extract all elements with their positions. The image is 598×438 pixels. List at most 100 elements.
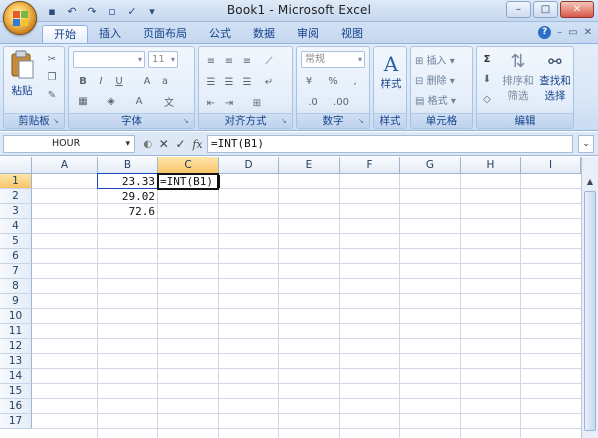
italic-icon[interactable]: I xyxy=(93,73,109,89)
delete-cells-button[interactable]: ⊟ 删除 ▾ xyxy=(415,73,471,90)
row-header-4[interactable]: 4 xyxy=(0,219,32,234)
vertical-scrollbar[interactable]: ▲ xyxy=(581,157,598,438)
find-select-button[interactable]: ⚯ 查找和 选择 xyxy=(537,51,573,103)
row-header-3[interactable]: 3 xyxy=(0,204,32,219)
active-cell-c1[interactable]: =INT(B1) xyxy=(157,173,219,190)
insert-function-icon[interactable]: fx xyxy=(192,138,202,151)
clipboard-launcher-icon[interactable]: ↘ xyxy=(53,117,62,126)
cell-b2[interactable]: 29.02 xyxy=(98,189,157,204)
minimize-button[interactable]: – xyxy=(506,1,531,18)
tab-review[interactable]: 审阅 xyxy=(286,25,330,44)
scroll-up-icon[interactable]: ▲ xyxy=(582,174,598,189)
underline-icon[interactable]: U xyxy=(111,73,127,89)
row-header-12[interactable]: 12 xyxy=(0,339,32,354)
shrink-font-icon[interactable]: a xyxy=(157,73,173,89)
ribbon-restore-icon[interactable]: ▭ xyxy=(568,27,577,38)
column-header-h[interactable]: H xyxy=(461,157,521,174)
scrollbar-thumb[interactable] xyxy=(584,191,596,431)
alignment-launcher-icon[interactable]: ↘ xyxy=(281,117,290,126)
formula-bar-expand-icon[interactable]: ⌄ xyxy=(578,135,594,153)
column-header-i[interactable]: I xyxy=(521,157,581,174)
wrap-text-icon[interactable]: ↵ xyxy=(261,74,277,90)
tab-view[interactable]: 视图 xyxy=(330,25,374,44)
autosum-icon[interactable]: Σ xyxy=(479,51,495,67)
fill-icon[interactable]: ⬇ xyxy=(479,71,495,87)
row-header-16[interactable]: 16 xyxy=(0,399,32,414)
comma-style-icon[interactable]: , xyxy=(347,73,363,89)
font-name-combo[interactable]: ▾ xyxy=(73,51,145,68)
align-bottom-icon[interactable]: ≡ xyxy=(239,53,255,69)
tab-formulas[interactable]: 公式 xyxy=(198,25,242,44)
name-box[interactable]: HOUR ▾ xyxy=(3,135,135,153)
align-right-icon[interactable]: ☰ xyxy=(239,74,255,90)
decrease-decimal-icon[interactable]: .00 xyxy=(333,94,349,110)
row-header-11[interactable]: 11 xyxy=(0,324,32,339)
column-header-e[interactable]: E xyxy=(279,157,340,174)
number-format-combo[interactable]: 常规 ▾ xyxy=(301,51,365,68)
insert-cells-button[interactable]: ⊞ 插入 ▾ xyxy=(415,53,471,70)
font-color-icon[interactable]: A xyxy=(131,93,147,109)
tab-data[interactable]: 数据 xyxy=(242,25,286,44)
row-header-2[interactable]: 2 xyxy=(0,189,32,204)
cell-b3[interactable]: 72.6 xyxy=(98,204,157,219)
font-launcher-icon[interactable]: ↘ xyxy=(183,117,192,126)
format-painter-icon[interactable]: ✎ xyxy=(44,87,60,103)
orientation-icon[interactable]: ⟋ xyxy=(261,53,277,69)
align-top-icon[interactable]: ≡ xyxy=(203,53,219,69)
tab-insert[interactable]: 插入 xyxy=(88,25,132,44)
merge-center-icon[interactable]: ⊞ xyxy=(249,95,265,111)
number-launcher-icon[interactable]: ↘ xyxy=(358,117,367,126)
column-header-c[interactable]: C xyxy=(158,157,219,174)
name-box-dropdown-icon[interactable]: ▾ xyxy=(125,136,130,152)
row-header-15[interactable]: 15 xyxy=(0,384,32,399)
grow-font-icon[interactable]: A xyxy=(139,73,155,89)
help-icon[interactable]: ? xyxy=(538,26,552,39)
phonetic-icon[interactable]: 文 xyxy=(161,93,177,109)
column-header-f[interactable]: F xyxy=(340,157,400,174)
row-header-6[interactable]: 6 xyxy=(0,249,32,264)
select-all-corner[interactable] xyxy=(0,157,32,174)
column-header-g[interactable]: G xyxy=(400,157,461,174)
font-size-combo[interactable]: 11 ▾ xyxy=(148,51,178,68)
row-header-5[interactable]: 5 xyxy=(0,234,32,249)
copy-icon[interactable]: ❐ xyxy=(44,69,60,85)
ribbon-minimize-icon[interactable]: – xyxy=(557,27,562,38)
row-header-17[interactable]: 17 xyxy=(0,414,32,429)
row-header-14[interactable]: 14 xyxy=(0,369,32,384)
currency-icon[interactable]: ¥ xyxy=(301,73,317,89)
formula-input[interactable]: =INT(B1) xyxy=(207,135,573,153)
percent-icon[interactable]: % xyxy=(325,73,341,89)
row-header-9[interactable]: 9 xyxy=(0,294,32,309)
fill-color-icon[interactable]: ◈ xyxy=(103,93,119,109)
cut-icon[interactable]: ✂ xyxy=(44,51,60,67)
align-middle-icon[interactable]: ≡ xyxy=(221,53,237,69)
sort-filter-button[interactable]: ⇅ 排序和 筛选 xyxy=(501,51,535,103)
bold-icon[interactable]: B xyxy=(75,73,91,89)
maximize-button[interactable]: □ xyxy=(533,1,558,18)
styles-button[interactable]: A 样式 xyxy=(376,52,406,91)
row-header-7[interactable]: 7 xyxy=(0,264,32,279)
ribbon-close-icon[interactable]: ✕ xyxy=(584,27,592,38)
format-cells-button[interactable]: ▤ 格式 ▾ xyxy=(415,93,471,110)
close-button[interactable]: ✕ xyxy=(560,1,594,18)
paste-button[interactable]: 粘贴 xyxy=(7,50,37,98)
office-button[interactable] xyxy=(3,1,37,35)
row-header-10[interactable]: 10 xyxy=(0,309,32,324)
clear-icon[interactable]: ◇ xyxy=(479,91,495,107)
border-icon[interactable]: ▦ xyxy=(75,93,91,109)
column-header-d[interactable]: D xyxy=(219,157,279,174)
align-left-icon[interactable]: ☰ xyxy=(203,74,219,90)
increase-indent-icon[interactable]: ⇥ xyxy=(221,95,237,111)
row-header-13[interactable]: 13 xyxy=(0,354,32,369)
decrease-indent-icon[interactable]: ⇤ xyxy=(203,95,219,111)
enter-icon[interactable]: ✓ xyxy=(176,137,186,151)
cancel-icon[interactable]: ✕ xyxy=(159,137,169,151)
column-header-b[interactable]: B xyxy=(98,157,158,174)
column-header-a[interactable]: A xyxy=(32,157,98,174)
align-center-icon[interactable]: ☰ xyxy=(221,74,237,90)
row-header-1[interactable]: 1 xyxy=(0,174,32,189)
tab-home[interactable]: 开始 xyxy=(42,25,88,44)
row-header-8[interactable]: 8 xyxy=(0,279,32,294)
increase-decimal-icon[interactable]: .0 xyxy=(305,94,321,110)
tab-page-layout[interactable]: 页面布局 xyxy=(132,25,198,44)
